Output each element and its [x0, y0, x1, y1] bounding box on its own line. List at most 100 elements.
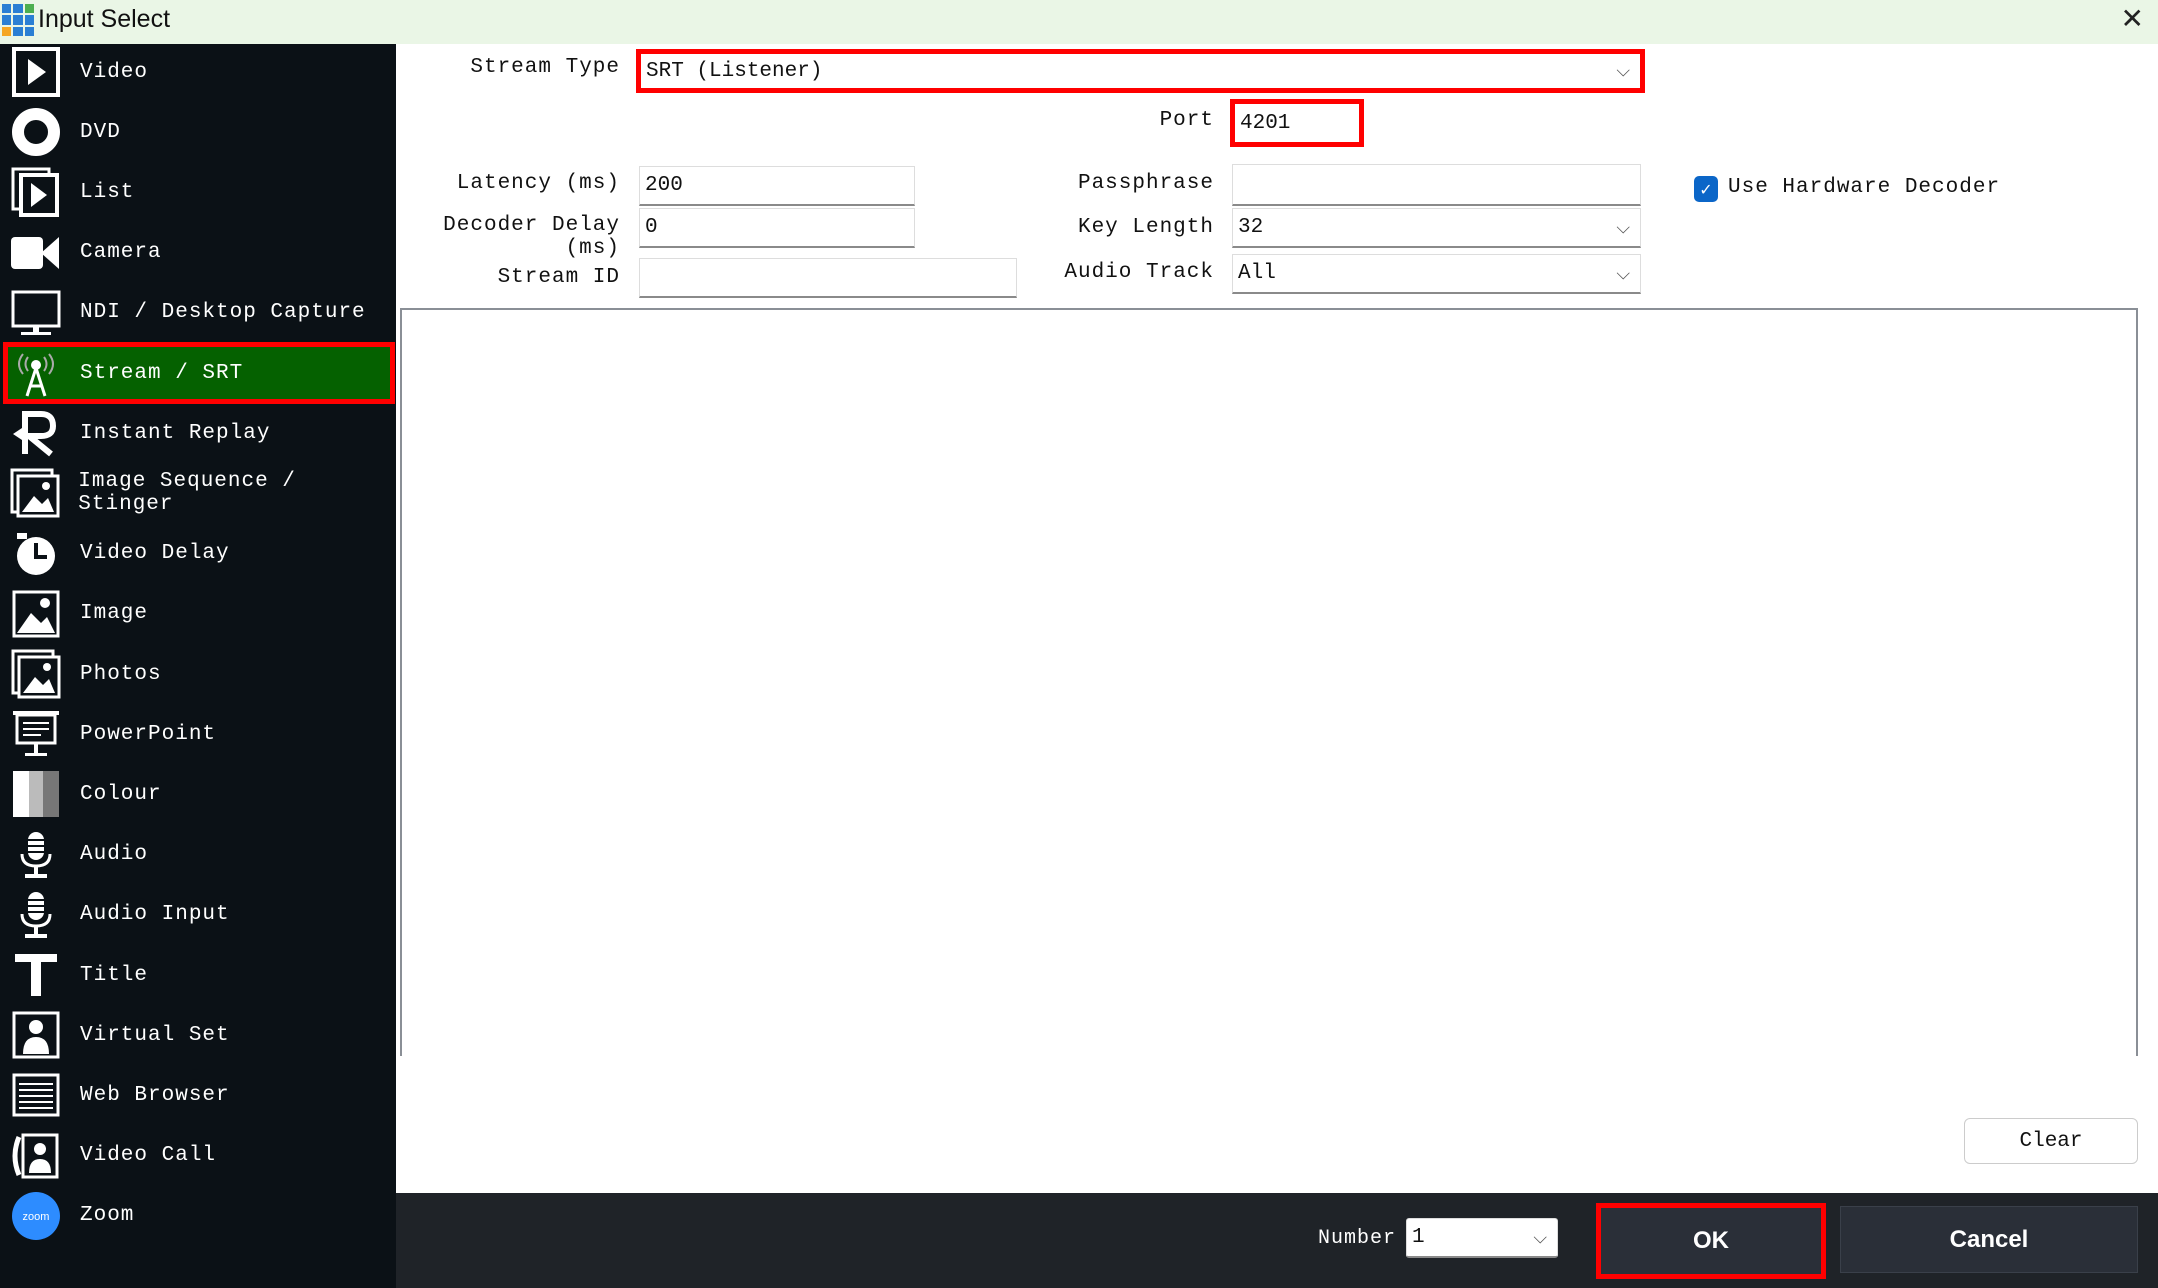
sidebar-item-colour[interactable]: Colour — [4, 764, 394, 824]
stream-type-select[interactable]: SRT (Listener) ⌵ — [636, 49, 1645, 93]
video-call-icon — [10, 1130, 62, 1182]
sidebar-item-label: Video Call — [80, 1144, 217, 1168]
sidebar-item-image[interactable]: Image — [4, 584, 394, 644]
sidebar-item-label: NDI / Desktop Capture — [80, 301, 366, 325]
hardware-decoder-checkbox[interactable]: ✓ — [1694, 176, 1718, 202]
decoder-delay-value: 0 — [645, 216, 658, 239]
cancel-button[interactable]: Cancel — [1840, 1206, 2138, 1273]
sidebar-item-label: Audio Input — [80, 903, 230, 927]
hardware-decoder-label: Use Hardware Decoder — [1728, 176, 2001, 199]
checkmark-icon: ✓ — [1699, 179, 1713, 199]
stream-type-label: Stream Type — [470, 56, 620, 79]
key-length-value: 32 — [1238, 216, 1264, 239]
chevron-down-icon: ⌵ — [1616, 60, 1630, 82]
sidebar-item-label: Web Browser — [80, 1083, 230, 1107]
sidebar-item-zoom[interactable]: zoom Zoom — [4, 1186, 394, 1246]
port-label: Port — [1159, 109, 1214, 132]
sidebar-item-video-delay[interactable]: Video Delay — [4, 524, 394, 584]
sidebar-item-label: Zoom — [80, 1204, 135, 1228]
sidebar-item-label: DVD — [80, 120, 121, 144]
sidebar-item-label: Colour — [80, 782, 162, 806]
microphone-icon — [10, 889, 62, 941]
stream-preview-area — [400, 308, 2138, 1056]
sidebar-item-audio-input[interactable]: Audio Input — [4, 885, 394, 945]
chevron-down-icon: ⌵ — [1616, 263, 1630, 284]
monitor-icon — [10, 287, 62, 339]
passphrase-input[interactable] — [1232, 164, 1641, 206]
sidebar-item-list[interactable]: List — [4, 162, 394, 222]
ok-button[interactable]: OK — [1596, 1203, 1826, 1279]
number-select[interactable]: 1 ⌵ — [1406, 1218, 1558, 1258]
sidebar-item-web-browser[interactable]: Web Browser — [4, 1065, 394, 1125]
sidebar-item-label: Image Sequence / Stinger — [78, 470, 296, 517]
stream-id-label: Stream ID — [497, 266, 620, 289]
svg-text:zoom: zoom — [23, 1211, 50, 1223]
sidebar-item-label: PowerPoint — [80, 722, 217, 746]
clear-button[interactable]: Clear — [1964, 1118, 2138, 1164]
sidebar-item-image-sequence-stinger[interactable]: Image Sequence / Stinger — [4, 463, 394, 523]
sidebar-item-label: Camera — [80, 241, 162, 265]
latency-input[interactable]: 200 — [639, 166, 915, 206]
sidebar-item-virtual-set[interactable]: Virtual Set — [4, 1005, 394, 1065]
sidebar-item-instant-replay[interactable]: Instant Replay — [4, 403, 394, 463]
clock-icon — [10, 528, 62, 580]
stream-type-value: SRT (Listener) — [646, 59, 823, 83]
sidebar-item-ndi-desktop-capture[interactable]: NDI / Desktop Capture — [4, 283, 394, 343]
latency-value: 200 — [645, 174, 683, 197]
sidebar-item-label: Video — [80, 60, 149, 84]
sidebar-item-video[interactable]: Video — [4, 42, 394, 102]
sidebar-item-label: Stream / SRT — [80, 361, 244, 385]
sidebar-item-label: Image — [80, 602, 149, 626]
image-sequence-icon — [10, 467, 60, 519]
sidebar-item-camera[interactable]: Camera — [4, 223, 394, 283]
image-icon — [10, 588, 62, 640]
colour-icon — [10, 768, 62, 820]
audio-track-select[interactable]: All ⌵ — [1232, 254, 1641, 294]
sidebar-item-photos[interactable]: Photos — [4, 644, 394, 704]
sidebar-item-label: Instant Replay — [80, 421, 271, 445]
dvd-icon — [10, 106, 62, 158]
sidebar-item-dvd[interactable]: DVD — [4, 102, 394, 162]
audio-track-value: All — [1238, 262, 1276, 285]
sidebar-item-label: Video Delay — [80, 542, 230, 566]
stream-id-input[interactable] — [639, 258, 1017, 298]
sidebar-item-stream-srt[interactable]: Stream / SRT — [3, 342, 395, 404]
sidebar-item-label: Photos — [80, 662, 162, 686]
key-length-label: Key Length — [1077, 216, 1214, 239]
number-value: 1 — [1412, 1226, 1425, 1249]
camera-icon — [10, 227, 62, 279]
presentation-icon — [10, 708, 62, 760]
sidebar-item-audio[interactable]: Audio — [4, 825, 394, 885]
sidebar-item-video-call[interactable]: Video Call — [4, 1126, 394, 1186]
passphrase-label: Passphrase — [1077, 172, 1214, 195]
video-icon — [10, 46, 62, 98]
photos-icon — [10, 648, 62, 700]
close-icon[interactable]: ✕ — [2121, 2, 2144, 35]
number-label: Number — [1318, 1227, 1397, 1250]
microphone-icon — [10, 829, 62, 881]
list-icon — [10, 166, 62, 218]
title-icon — [10, 949, 62, 1001]
zoom-icon: zoom — [10, 1190, 62, 1242]
window-title: Input Select — [38, 5, 171, 33]
decoder-delay-input[interactable]: 0 — [639, 208, 915, 248]
audio-track-label: Audio Track — [1064, 261, 1214, 284]
sidebar-item-label: Title — [80, 963, 149, 987]
footer-bar: Number 1 ⌵ OK Cancel — [396, 1193, 2158, 1288]
sidebar-item-title[interactable]: Title — [4, 945, 394, 1005]
title-bar: Input Select ✕ — [0, 0, 2158, 44]
replay-icon — [10, 407, 62, 459]
virtual-set-icon — [10, 1009, 62, 1061]
chevron-down-icon: ⌵ — [1533, 1227, 1547, 1248]
app-logo-icon — [2, 4, 34, 36]
sidebar-item-powerpoint[interactable]: PowerPoint — [4, 704, 394, 764]
antenna-icon — [10, 347, 62, 399]
sidebar-item-label: Audio — [80, 843, 149, 867]
port-input[interactable]: 4201 — [1230, 99, 1364, 147]
sidebar-item-label: List — [80, 180, 135, 204]
decoder-delay-label: Decoder Delay (ms) — [443, 214, 620, 260]
key-length-select[interactable]: 32 ⌵ — [1232, 208, 1641, 248]
web-browser-icon — [10, 1069, 62, 1121]
chevron-down-icon: ⌵ — [1616, 217, 1630, 238]
port-value: 4201 — [1240, 111, 1291, 135]
